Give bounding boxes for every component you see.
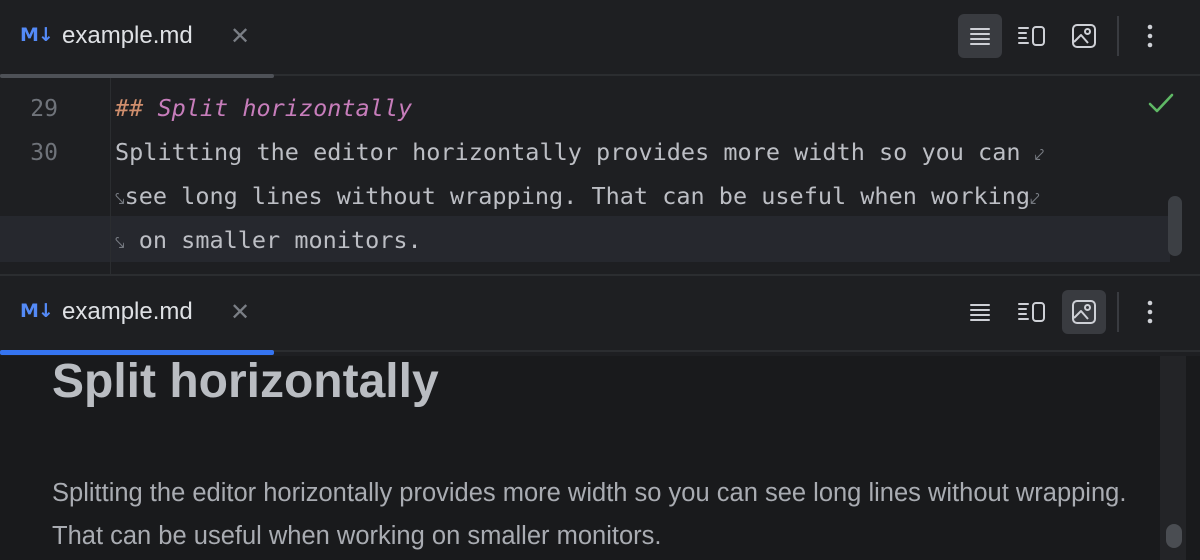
preview-tab-bar: M↓ example.md ✕ [0, 276, 1200, 355]
toolbar-separator [1117, 292, 1119, 332]
split-editor-preview-button[interactable] [1010, 14, 1054, 58]
more-options-button[interactable] [1128, 290, 1172, 334]
more-vertical-icon [1147, 300, 1153, 324]
code-line-30-wrap-2: ⤥ on smaller monitors. [115, 226, 422, 254]
editor-only-icon [970, 304, 990, 321]
preview-scrollbar-thumb[interactable] [1166, 524, 1182, 548]
toolbar-separator [1117, 16, 1119, 56]
soft-wrap-end-icon: ⤦ [1030, 189, 1040, 209]
editor-scrollbar-thumb[interactable] [1168, 196, 1182, 256]
editor-tab-bar: M↓ example.md ✕ [0, 0, 1200, 78]
more-options-button[interactable] [1128, 14, 1172, 58]
preview-only-button[interactable] [1062, 290, 1106, 334]
markdown-preview[interactable]: Split horizontally Splitting the editor … [0, 355, 1200, 560]
code-line-30-wrap-1: ⤥see long lines without wrapping. That c… [115, 182, 1040, 210]
line-text: see long lines without wrapping. That ca… [124, 182, 1031, 210]
soft-wrap-start-icon: ⤥ [115, 233, 125, 253]
editor-only-button[interactable] [958, 290, 1002, 334]
tab-example-md[interactable]: M↓ example.md ✕ [0, 0, 274, 78]
code-line-30: Splitting the editor horizontally provid… [115, 138, 1044, 166]
code-line-29: ## Split horizontally [115, 94, 412, 122]
line-text: Splitting the editor horizontally provid… [115, 138, 1035, 166]
preview-paragraph: Splitting the editor horizontally provid… [52, 479, 1127, 550]
tab-title: example.md [62, 298, 193, 325]
line-number: 29 [30, 96, 58, 122]
tab-example-md[interactable]: M↓ example.md ✕ [0, 276, 274, 355]
markdown-file-icon: M↓ [20, 300, 54, 322]
soft-wrap-end-icon: ⤦ [1034, 145, 1045, 165]
preview-only-icon [1072, 300, 1096, 324]
editor-only-icon [970, 28, 990, 45]
tab-title: example.md [62, 22, 193, 49]
editor-pane: M↓ example.md ✕ 29 30 ## Split horizonta… [0, 0, 1200, 274]
preview-only-icon [1072, 24, 1096, 48]
heading-text: Split horizontally [157, 94, 413, 122]
split-editor-preview-button[interactable] [1010, 290, 1054, 334]
split-editor-preview-icon [1018, 26, 1045, 46]
editor-only-button[interactable] [958, 14, 1002, 58]
soft-wrap-start-icon: ⤥ [115, 189, 125, 209]
split-editor-preview-icon [1018, 302, 1045, 322]
line-text: on smaller monitors. [124, 226, 422, 254]
line-number: 30 [30, 140, 58, 166]
markdown-file-icon: M↓ [20, 24, 54, 46]
check-icon[interactable] [1148, 92, 1174, 114]
preview-pane: M↓ example.md ✕ Split horizontally Split… [0, 276, 1200, 560]
code-editor[interactable]: 29 30 ## Split horizontally Splitting th… [0, 78, 1200, 274]
more-vertical-icon [1147, 24, 1153, 48]
line-number-gutter: 29 30 [0, 78, 111, 274]
close-icon[interactable]: ✕ [230, 20, 250, 52]
preview-heading: Split horizontally [52, 355, 439, 408]
preview-only-button[interactable] [1062, 14, 1106, 58]
close-icon[interactable]: ✕ [230, 296, 250, 328]
heading-marks: ## [115, 94, 158, 122]
